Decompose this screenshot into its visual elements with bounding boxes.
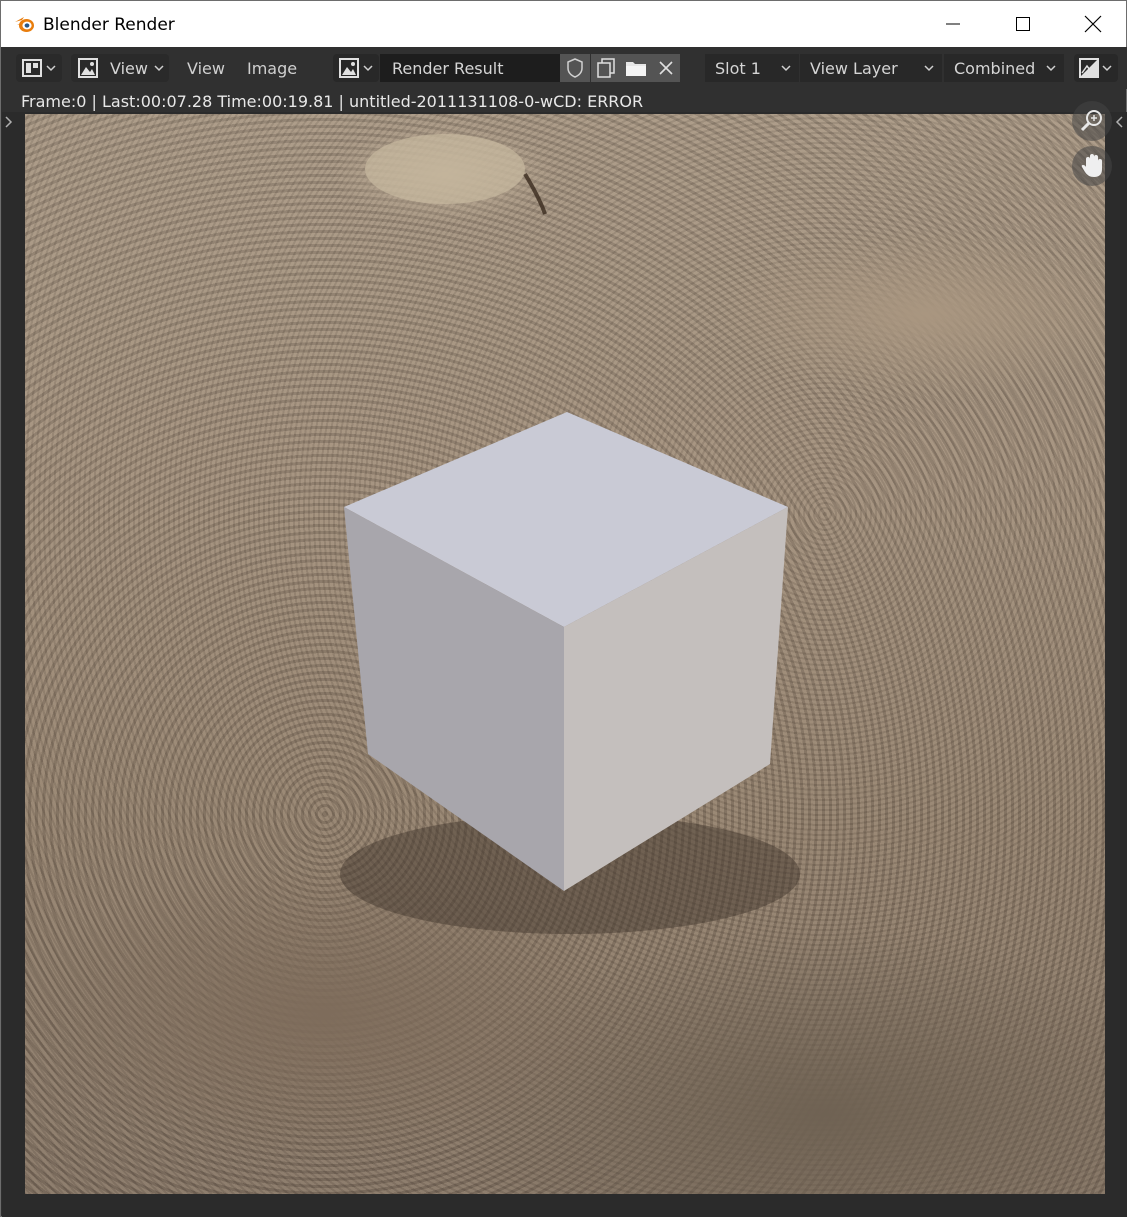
chevron-down-icon [1046,65,1056,72]
rock-highlight [365,134,525,204]
render-pass-label: Combined [954,58,1036,78]
close-icon [1084,15,1102,33]
rendered-scene [340,134,800,934]
close-icon [658,61,673,75]
chevron-down-icon [154,65,164,72]
render-result-image[interactable] [25,114,1105,1194]
chevron-right-icon [5,116,13,128]
rock-crack [523,172,547,215]
chevron-left-icon [1115,116,1123,128]
image-name-field[interactable]: Render Result [380,54,560,82]
image-viewport[interactable] [2,101,1127,1217]
maximize-button[interactable] [988,1,1058,47]
display-channels-icon [1079,58,1099,78]
title-bar: Blender Render [1,1,1126,47]
display-channels-button[interactable] [1074,54,1118,82]
unlink-image-button[interactable] [651,54,680,82]
close-button[interactable] [1058,1,1127,47]
image-editor-icon [22,59,42,77]
fake-user-button[interactable] [560,54,590,82]
open-image-button[interactable] [621,54,651,82]
zoom-gizmo[interactable] [1072,101,1112,141]
chevron-down-icon [924,65,934,72]
render-status-text: Frame:0 | Last:00:07.28 Time:00:19.81 | … [21,92,644,111]
view-layer-label: View Layer [810,58,898,78]
chevron-down-icon [363,65,373,72]
image-browse-button[interactable] [333,54,379,82]
folder-icon [626,62,646,76]
pan-gizmo[interactable] [1072,146,1112,186]
chevron-down-icon [46,65,56,72]
chevron-down-icon [1102,65,1112,72]
window-title: Blender Render [43,15,175,35]
sidebar-toggle[interactable] [1112,114,1126,130]
render-pass-dropdown[interactable]: Combined [944,54,1064,82]
chevron-down-icon [781,65,791,72]
image-icon [78,58,98,78]
hand-pan-icon [1081,154,1102,177]
menu-view[interactable]: View [187,54,225,82]
blender-logo-icon [15,17,34,32]
toolbar-toggle[interactable] [2,114,16,130]
minimize-icon [946,23,960,25]
zoom-icon [1080,110,1102,132]
view-layer-dropdown[interactable]: View Layer [800,54,942,82]
maximize-icon [1016,17,1030,31]
blender-render-window: Blender Render View View Image Render Re… [0,0,1127,1217]
minimize-button[interactable] [918,1,988,47]
slot-label: Slot 1 [715,58,761,78]
menu-image[interactable]: Image [247,54,297,82]
image-editor-header: View View Image Render Result Slot 1 Vie… [2,47,1127,89]
new-image-button[interactable] [591,54,621,82]
image-browse-icon [339,58,359,78]
mode-dropdown[interactable]: View [71,54,169,82]
slot-dropdown[interactable]: Slot 1 [705,54,799,82]
mode-label: View [110,58,148,78]
shield-icon [567,58,583,78]
editor-type-button[interactable] [16,54,62,82]
new-image-icon [597,58,615,78]
